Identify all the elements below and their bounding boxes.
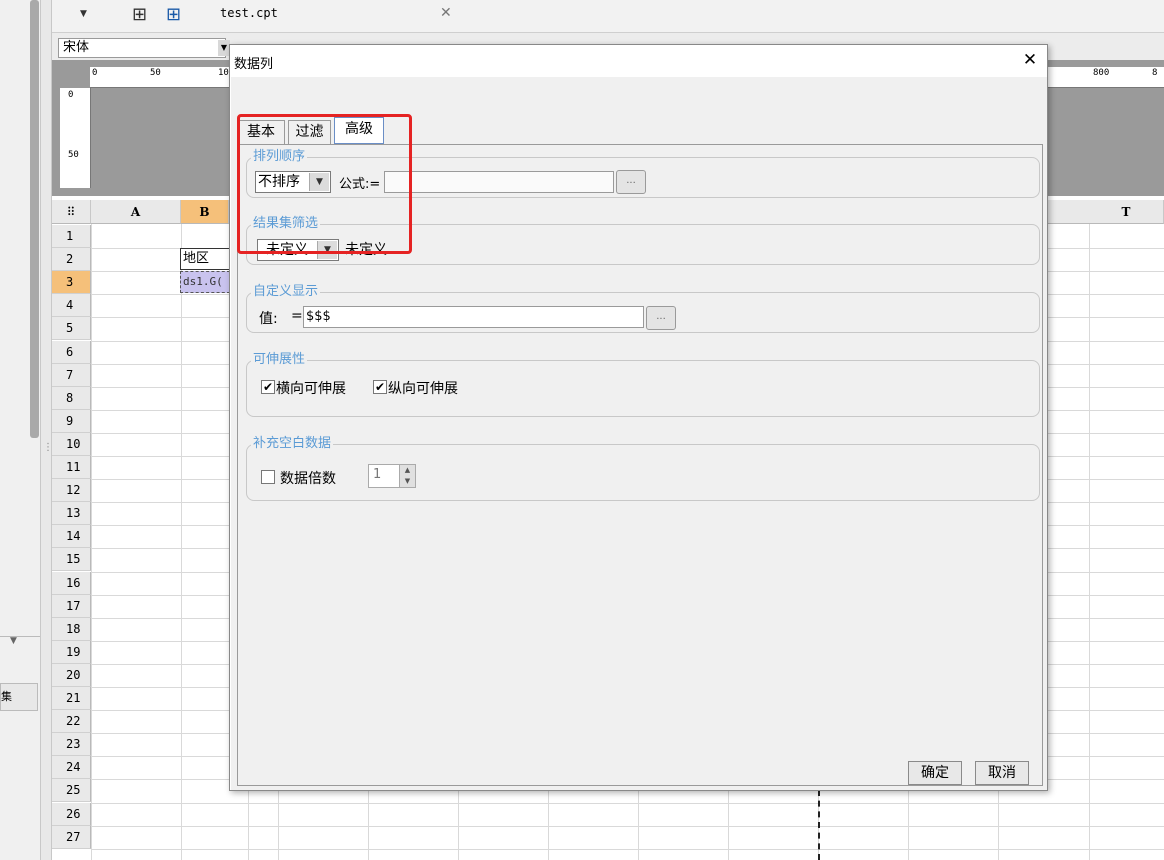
column-header-b[interactable]: B <box>181 200 229 224</box>
row-header[interactable]: 3 <box>52 271 91 295</box>
ruler-tick: 800 <box>1093 68 1110 78</box>
row-header[interactable]: 17 <box>52 594 91 618</box>
close-icon[interactable]: ✕ <box>440 5 452 21</box>
row-header[interactable]: 7 <box>52 363 91 387</box>
grid-column-line <box>91 224 92 860</box>
row-header[interactable]: 8 <box>52 386 91 410</box>
close-icon[interactable]: ✕ <box>1018 50 1042 70</box>
row-header[interactable]: 5 <box>52 317 91 341</box>
row-header[interactable]: 2 <box>52 248 91 272</box>
vertical-ruler: 0 50 <box>60 88 91 188</box>
equals-sign: = <box>291 308 303 324</box>
ruler-tick: 8 <box>1152 68 1158 78</box>
row-header[interactable]: 24 <box>52 756 91 780</box>
cancel-button[interactable]: 取消 <box>975 761 1029 785</box>
row-header[interactable]: 10 <box>52 432 91 456</box>
grid-column-line <box>1089 224 1090 860</box>
row-header[interactable]: 9 <box>52 409 91 433</box>
data-multiple-stepper[interactable]: 1 ▲ ▼ <box>368 464 416 488</box>
page-break-line <box>818 790 820 860</box>
panel-splitter[interactable] <box>40 0 52 860</box>
grid-row-line <box>91 802 1164 804</box>
red-highlight-box <box>237 114 412 254</box>
grid-column-line <box>181 224 182 860</box>
ruler-tick: 0 <box>68 90 74 100</box>
dialog-titlebar[interactable]: 数据列 ✕ <box>230 45 1047 77</box>
dialog-title: 数据列 <box>234 57 274 72</box>
custom-display-input[interactable]: $$$ <box>303 306 644 328</box>
row-header[interactable]: 23 <box>52 733 91 757</box>
row-header[interactable]: 26 <box>52 802 91 826</box>
row-header[interactable]: 25 <box>52 779 91 803</box>
fill-blank-data-group: 补充空白数据 数据倍数 1 ▲ ▼ <box>246 436 1040 501</box>
row-header[interactable]: 14 <box>52 525 91 549</box>
data-multiple-value: 1 <box>373 467 382 482</box>
row-header[interactable]: 15 <box>52 548 91 572</box>
font-family-select[interactable]: 宋体 <box>58 38 226 58</box>
chevron-down-icon[interactable]: ▼ <box>10 636 17 646</box>
row-header[interactable]: 13 <box>52 502 91 526</box>
vertical-expand-checkbox[interactable]: ✔ <box>373 380 387 394</box>
row-header[interactable]: 22 <box>52 710 91 734</box>
select-all-corner[interactable]: ⠿ <box>52 200 91 224</box>
left-panel-collapse-bar <box>0 636 40 647</box>
ruler-tick: 10 <box>218 68 229 78</box>
left-panel-button[interactable]: 集 <box>0 683 38 711</box>
cell-b3[interactable]: ds1.G( <box>180 271 230 293</box>
expandability-group: 可伸展性 ✔ 横向可伸展 ✔ 纵向可伸展 <box>246 352 1040 417</box>
row-header[interactable]: 18 <box>52 617 91 641</box>
custom-display-group: 自定义显示 值: = $$$ ... <box>246 284 1040 333</box>
new-report-icon[interactable]: ⊞ <box>132 4 147 25</box>
grid-row-line <box>91 848 1164 850</box>
data-multiple-label[interactable]: 数据倍数 <box>280 468 336 488</box>
toolbar-overflow <box>1048 36 1164 60</box>
stepper-arrows-icon[interactable]: ▲ ▼ <box>399 465 415 487</box>
row-header[interactable]: 16 <box>52 571 91 595</box>
data-multiple-checkbox[interactable] <box>261 470 275 484</box>
ruler-tick: 0 <box>92 68 98 78</box>
group-title: 补充空白数据 <box>251 436 334 452</box>
row-header[interactable]: 1 <box>52 225 91 248</box>
column-header[interactable] <box>1048 200 1090 224</box>
row-header[interactable]: 21 <box>52 687 91 710</box>
ruler-tick: 50 <box>150 68 161 78</box>
horizontal-expand-checkbox[interactable]: ✔ <box>261 380 275 394</box>
column-header-t[interactable]: T <box>1089 200 1164 224</box>
row-header[interactable]: 4 <box>52 294 91 318</box>
row-header[interactable]: 11 <box>52 456 91 479</box>
chevron-down-icon[interactable]: ▼ <box>80 9 87 19</box>
ruler-tick: 50 <box>68 150 79 160</box>
horizontal-expand-label[interactable]: 横向可伸展 <box>276 378 346 398</box>
sort-formula-input[interactable] <box>384 171 614 193</box>
report-file-icon: ⊞ <box>166 4 182 25</box>
group-title: 自定义显示 <box>251 284 321 300</box>
custom-display-edit-button[interactable]: ... <box>646 306 676 330</box>
left-panel-scrollbar[interactable] <box>30 0 39 438</box>
row-header[interactable]: 19 <box>52 640 91 664</box>
document-tab-label: test.cpt <box>220 6 278 20</box>
column-header-a[interactable]: A <box>91 200 181 224</box>
group-title: 可伸展性 <box>251 352 308 368</box>
value-label: 值: <box>259 311 278 327</box>
row-header[interactable]: 27 <box>52 825 91 849</box>
row-header[interactable]: 20 <box>52 663 91 687</box>
vertical-expand-label[interactable]: 纵向可伸展 <box>388 378 458 398</box>
ok-button[interactable]: 确定 <box>908 761 962 785</box>
grid-row-line <box>91 825 1164 827</box>
cell-b2[interactable]: 地区 <box>180 248 230 270</box>
sort-formula-edit-button[interactable]: ... <box>616 170 646 194</box>
row-header[interactable]: 6 <box>52 340 91 364</box>
row-header[interactable]: 12 <box>52 479 91 503</box>
